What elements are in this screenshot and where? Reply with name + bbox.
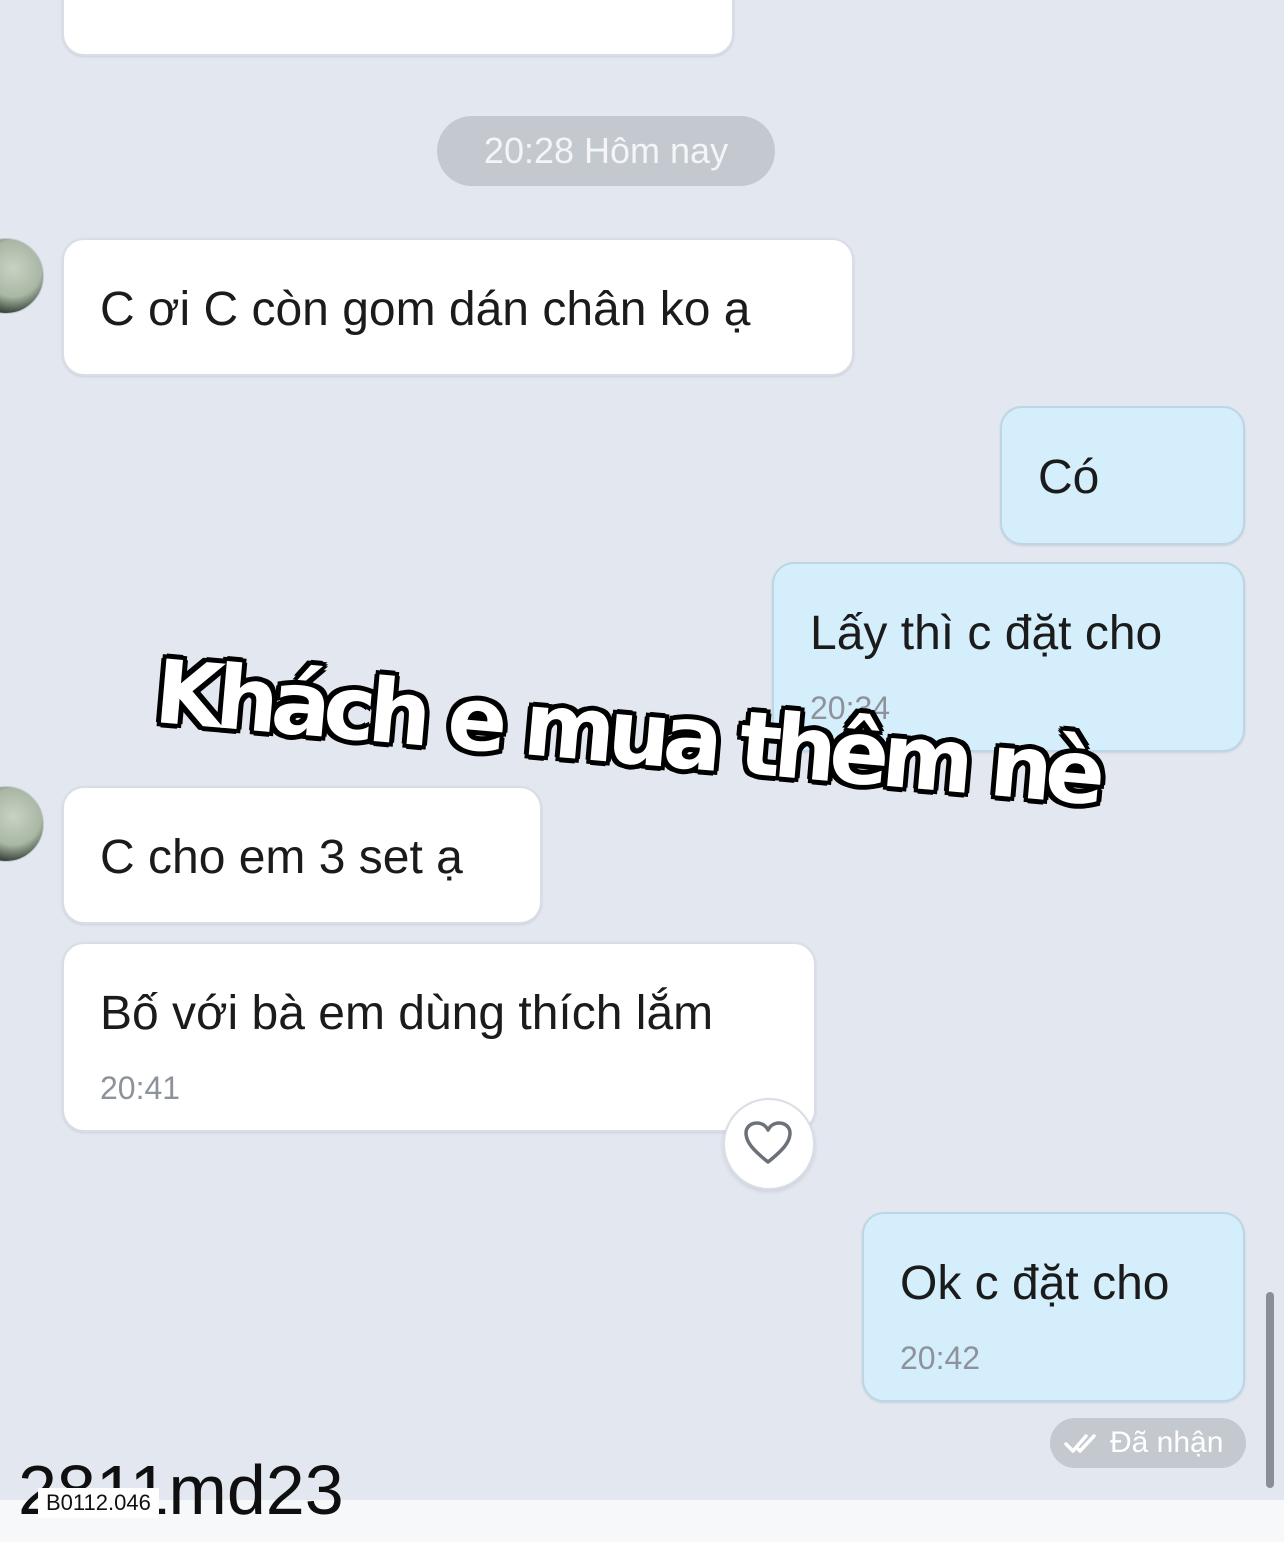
- delivery-status-badge: Đã nhận: [1050, 1418, 1246, 1468]
- incoming-message-bubble[interactable]: Bố với bà em dùng thích lắm 20:41: [62, 942, 816, 1132]
- contact-avatar[interactable]: [0, 786, 44, 862]
- cut-off-message-bubble: [62, 0, 734, 56]
- chat-scrollbar[interactable]: [1266, 1292, 1274, 1488]
- outgoing-message-bubble[interactable]: Ok c đặt cho 20:42: [862, 1212, 1245, 1402]
- outgoing-message-bubble[interactable]: Có: [1000, 406, 1245, 545]
- double-check-icon: [1064, 1434, 1096, 1453]
- delivery-status-label: Đã nhận: [1110, 1426, 1224, 1459]
- incoming-message-bubble[interactable]: C cho em 3 set ạ: [62, 786, 542, 924]
- react-heart-button[interactable]: [723, 1098, 815, 1190]
- contact-avatar[interactable]: [0, 238, 44, 314]
- message-time: 20:42: [900, 1340, 981, 1376]
- message-text: C cho em 3 set ạ: [100, 831, 463, 884]
- message-text: Có: [1038, 451, 1100, 504]
- message-time: 20:41: [100, 1070, 181, 1106]
- date-separator-pill: 20:28 Hôm nay: [437, 116, 775, 186]
- heart-outline-icon: [744, 1121, 792, 1164]
- message-text: Bố với bà em dùng thích lắm: [100, 987, 714, 1040]
- incoming-message-bubble[interactable]: C ơi C còn gom dán chân ko ạ: [62, 238, 854, 376]
- message-text: Ok c đặt cho: [900, 1257, 1170, 1310]
- message-text: Lấy thì c đặt cho: [810, 607, 1163, 660]
- message-text: C ơi C còn gom dán chân ko ạ: [100, 283, 751, 336]
- watermark-code: B0112.046: [38, 1488, 159, 1518]
